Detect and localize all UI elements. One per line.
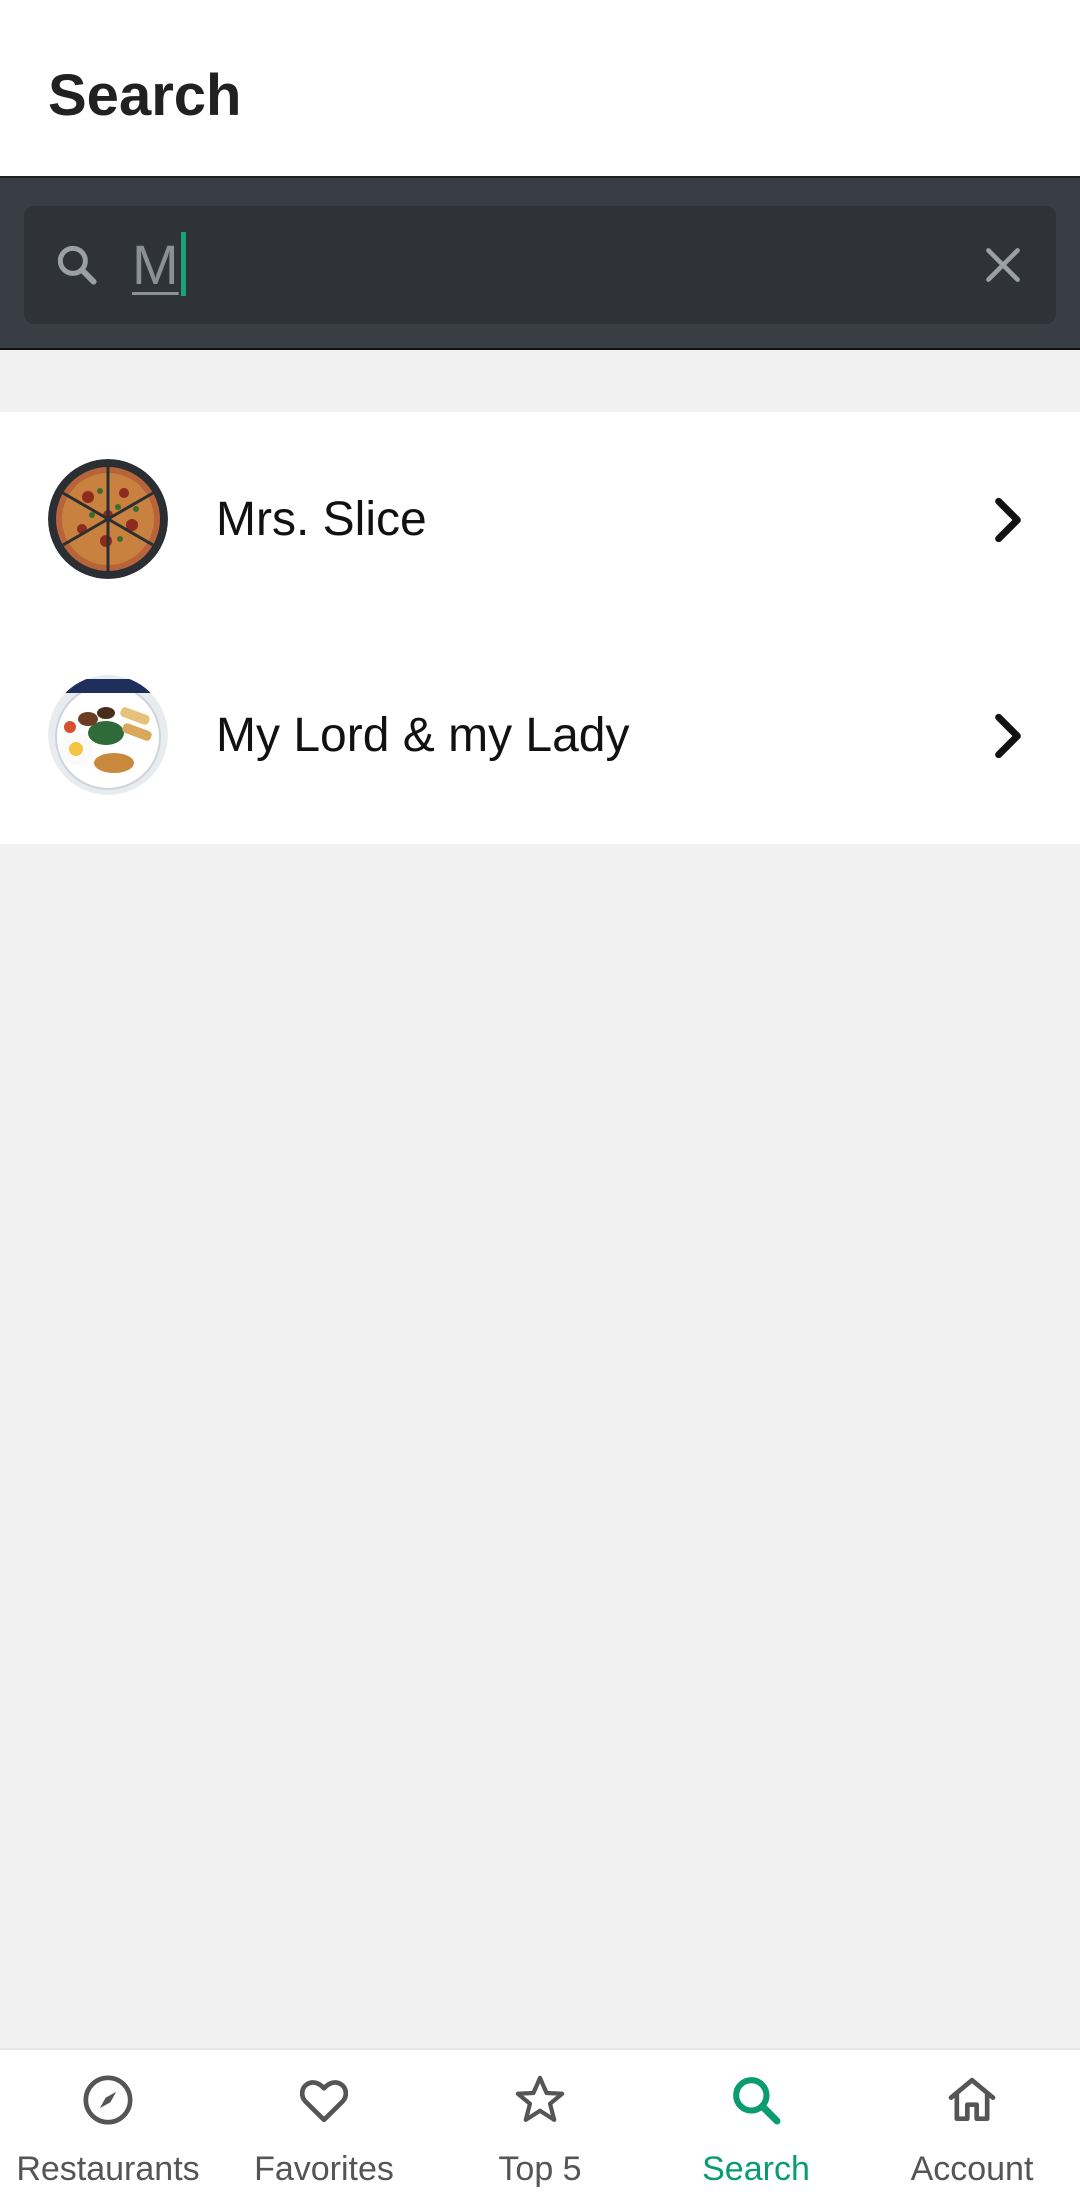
heart-icon [299,2080,349,2123]
nav-item-account[interactable]: Account [864,2050,1080,2200]
chevron-right-icon [995,497,1021,543]
search-query-text[interactable]: M [132,230,186,300]
page-title: Search [48,63,242,128]
nav-item-favorites[interactable]: Favorites [216,2050,432,2200]
search-icon [57,245,97,285]
nav-label: Restaurants [16,2150,200,2188]
restaurant-thumbnail [48,675,168,795]
star-icon [515,2075,565,2122]
text-caret [180,232,186,296]
restaurant-name: Mrs. Slice [216,493,427,546]
list-item[interactable]: Mrs. Slice [0,412,1080,628]
nav-item-restaurants[interactable]: Restaurants [0,2050,216,2200]
app-header: Search [0,0,1080,178]
close-icon[interactable] [978,240,1028,290]
nav-label: Favorites [254,2150,394,2188]
nav-item-top5[interactable]: Top 5 [432,2050,648,2200]
search-input[interactable]: M [24,206,1056,324]
search-icon [733,2077,781,2125]
compass-icon [83,2075,133,2125]
nav-label: Account [910,2150,1034,2188]
restaurant-name: My Lord & my Lady [216,709,630,762]
nav-label: Search [702,2150,810,2188]
home-icon [948,2077,996,2121]
list-item[interactable]: My Lord & my Lady [0,628,1080,844]
search-bar-container: M [0,178,1080,350]
nav-item-search[interactable]: Search [648,2050,864,2200]
restaurant-thumbnail [48,459,168,579]
chevron-right-icon [995,713,1021,759]
search-results-list: Mrs. Slice My Lord & my Lady [0,412,1080,844]
nav-label: Top 5 [498,2150,582,2188]
bottom-navigation: Restaurants Favorites Top 5 Search Accou… [0,2048,1080,2200]
